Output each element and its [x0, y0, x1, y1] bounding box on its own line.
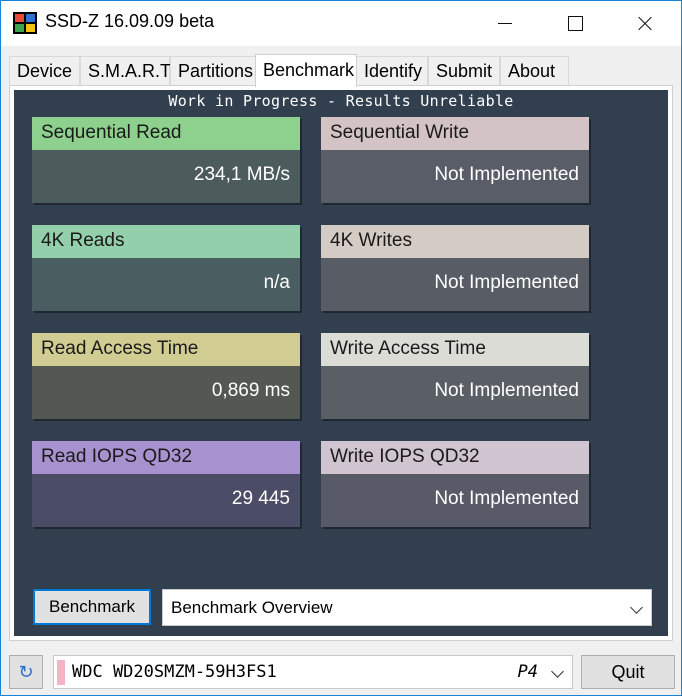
benchmark-mode-value: Benchmark Overview	[171, 598, 333, 617]
warning-banner: Work in Progress - Results Unreliable	[168, 92, 514, 110]
chevron-down-icon	[551, 665, 564, 678]
card-value: 29 445	[32, 474, 300, 527]
card-value: n/a	[32, 258, 300, 311]
close-button[interactable]	[622, 1, 668, 46]
refresh-icon: ↻	[18, 661, 34, 683]
tab-benchmark[interactable]: Benchmark	[255, 54, 357, 87]
drive-port: P4	[517, 662, 538, 682]
maximize-button[interactable]	[552, 1, 598, 46]
card-value: 0,869 ms	[32, 366, 300, 419]
card-label: Sequential Read	[32, 117, 300, 150]
card-label: Sequential Write	[321, 117, 589, 150]
card-label: 4K Reads	[32, 225, 300, 258]
tab-smart[interactable]: S.M.A.R.T.	[80, 56, 174, 86]
card-4k-reads: 4K Reads n/a	[32, 225, 300, 311]
card-read-iops: Read IOPS QD32 29 445	[32, 441, 300, 527]
title-bar: SSD-Z 16.09.09 beta	[1, 1, 681, 46]
tab-identify[interactable]: Identify	[356, 56, 428, 86]
quit-button[interactable]: Quit	[581, 655, 675, 689]
chevron-down-icon	[630, 601, 643, 614]
card-value: Not Implemented	[321, 474, 589, 527]
tab-submit[interactable]: Submit	[428, 56, 500, 86]
benchmark-panel: Work in Progress - Results Unreliable Se…	[9, 85, 673, 641]
minimize-button[interactable]	[482, 1, 528, 46]
drive-color-swatch	[57, 660, 65, 685]
card-label: Read Access Time	[32, 333, 300, 366]
app-window: SSD-Z 16.09.09 beta Device S.M.A.R.T. Pa…	[0, 0, 682, 696]
card-value: Not Implemented	[321, 258, 589, 311]
card-sequential-write: Sequential Write Not Implemented	[321, 117, 589, 203]
refresh-button[interactable]: ↻	[9, 655, 43, 689]
drive-name: WDC WD20SMZM-59H3FS1	[72, 662, 277, 682]
card-write-access-time: Write Access Time Not Implemented	[321, 333, 589, 419]
card-label: Write Access Time	[321, 333, 589, 366]
card-label: 4K Writes	[321, 225, 589, 258]
benchmark-button[interactable]: Benchmark	[33, 589, 151, 625]
card-sequential-read: Sequential Read 234,1 MB/s	[32, 117, 300, 203]
card-label: Read IOPS QD32	[32, 441, 300, 474]
app-logo-icon	[13, 12, 37, 34]
benchmark-mode-select[interactable]: Benchmark Overview	[162, 589, 652, 626]
tab-about[interactable]: About	[500, 56, 569, 86]
benchmark-results-area: Work in Progress - Results Unreliable Se…	[14, 90, 668, 636]
card-4k-writes: 4K Writes Not Implemented	[321, 225, 589, 311]
card-write-iops: Write IOPS QD32 Not Implemented	[321, 441, 589, 527]
card-read-access-time: Read Access Time 0,869 ms	[32, 333, 300, 419]
window-title: SSD-Z 16.09.09 beta	[45, 11, 215, 31]
drive-select[interactable]: WDC WD20SMZM-59H3FS1 P4	[53, 655, 573, 689]
tab-partitions[interactable]: Partitions	[170, 56, 256, 86]
card-label: Write IOPS QD32	[321, 441, 589, 474]
card-value: 234,1 MB/s	[32, 150, 300, 203]
card-value: Not Implemented	[321, 150, 589, 203]
card-value: Not Implemented	[321, 366, 589, 419]
tab-device[interactable]: Device	[9, 56, 80, 86]
